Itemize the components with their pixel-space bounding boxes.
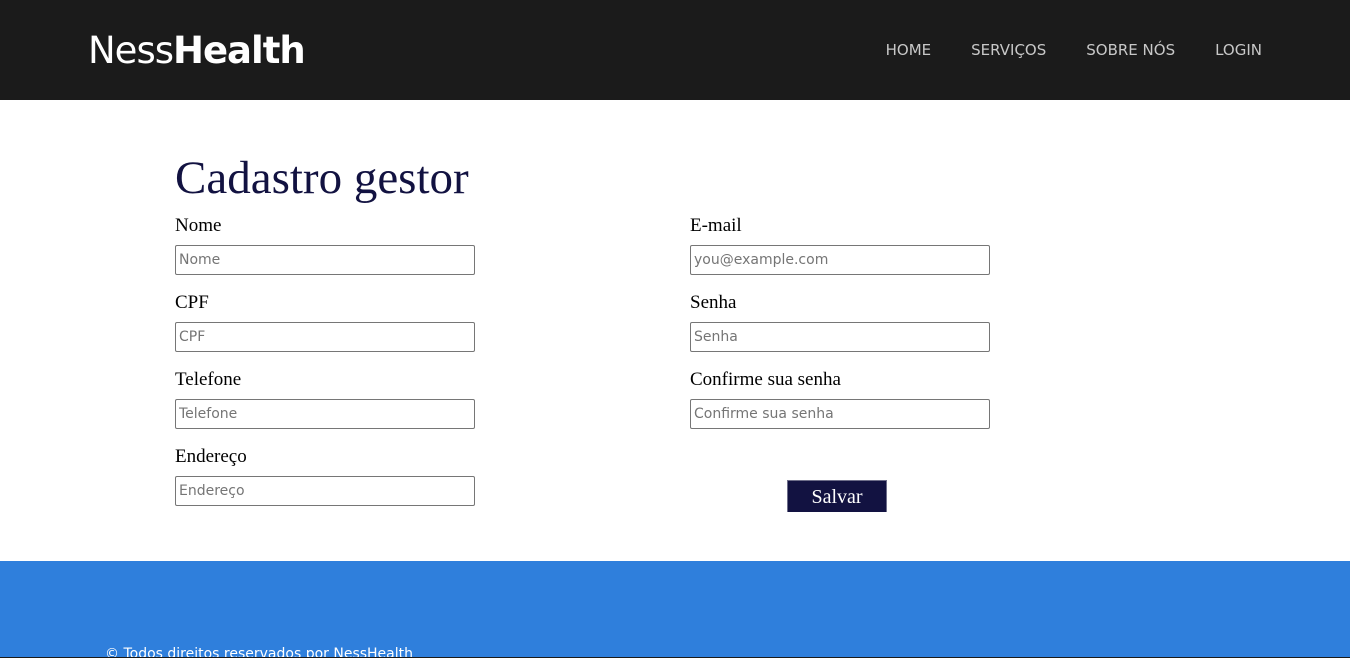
endereco-label: Endereço: [175, 446, 247, 467]
footer: © Todos direitos reservados por NessHeal…: [0, 561, 1350, 658]
cpf-label: CPF: [175, 292, 209, 313]
save-button[interactable]: Salvar: [787, 480, 887, 512]
confirme-senha-label: Confirme sua senha: [690, 369, 841, 390]
nav-link-about[interactable]: SOBRE NÓS: [1086, 40, 1175, 60]
nome-label: Nome: [175, 215, 222, 236]
endereco-input[interactable]: [175, 476, 475, 506]
nav-link-login[interactable]: LOGIN: [1215, 40, 1262, 60]
footer-copyright: © Todos direitos reservados por NessHeal…: [105, 646, 413, 658]
brand-name-regular: Ness: [88, 29, 174, 72]
nav-link-home[interactable]: HOME: [886, 40, 932, 60]
telefone-input[interactable]: [175, 399, 475, 429]
main-nav: HOME SERVIÇOS SOBRE NÓS LOGIN: [886, 40, 1262, 60]
navbar: NessHealth HOME SERVIÇOS SOBRE NÓS LOGIN: [0, 0, 1350, 100]
nome-input[interactable]: [175, 245, 475, 275]
brand-logo[interactable]: NessHealth: [88, 28, 306, 74]
nav-link-services[interactable]: SERVIÇOS: [971, 40, 1046, 60]
confirme-senha-input[interactable]: [690, 399, 990, 429]
page-title: Cadastro gestor: [175, 152, 469, 204]
telefone-label: Telefone: [175, 369, 242, 390]
cpf-input[interactable]: [175, 322, 475, 352]
email-input[interactable]: [690, 245, 990, 275]
senha-label: Senha: [690, 292, 737, 313]
brand-name-bold: Health: [173, 29, 306, 72]
senha-input[interactable]: [690, 322, 990, 352]
email-label: E-mail: [690, 215, 742, 236]
